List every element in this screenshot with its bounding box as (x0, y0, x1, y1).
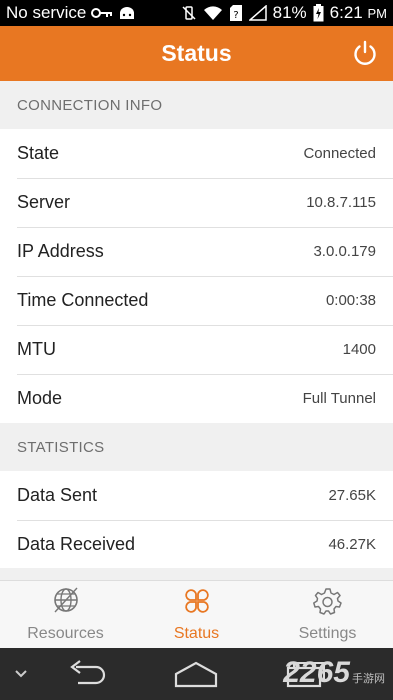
app-bar: Status (0, 26, 393, 81)
system-status-bar: No service ? 81% 6:21 PM (0, 0, 393, 26)
globe-icon (51, 586, 81, 621)
row-time-connected: Time Connected 0:00:38 (0, 276, 393, 325)
row-label: Server (17, 192, 71, 212)
home-icon[interactable] (174, 660, 218, 693)
sim-unknown-icon: ? (229, 4, 243, 22)
system-navigation-bar: 2265 手游网 (0, 648, 393, 700)
row-value: 3.0.0.179 (313, 243, 376, 260)
clock-time: 6:21 (329, 3, 363, 22)
row-mtu: MTU 1400 (0, 325, 393, 374)
row-value: 46.27K (328, 536, 376, 553)
tab-settings[interactable]: Settings (262, 581, 393, 648)
row-label: State (17, 143, 60, 163)
svg-text:?: ? (233, 10, 238, 21)
connection-info-list: State Connected Server 10.8.7.115 IP Add… (0, 129, 393, 423)
tab-label: Resources (27, 625, 104, 642)
row-state: State Connected (0, 129, 393, 178)
battery-charging-icon (313, 4, 324, 22)
bottom-tab-bar: Resources Status Settings (0, 580, 393, 648)
vibrate-off-icon (181, 5, 197, 21)
watermark-main: 2265 (283, 656, 350, 689)
row-value: 0:00:38 (325, 292, 376, 309)
row-label: IP Address (17, 241, 104, 261)
tab-status[interactable]: Status (131, 581, 262, 648)
watermark-sub: 手游网 (352, 673, 385, 685)
statistics-header: STATISTICS (0, 423, 393, 471)
wifi-icon (203, 5, 223, 21)
row-value: 27.65K (328, 487, 376, 504)
gear-icon (312, 586, 343, 621)
clock-ampm: PM (367, 6, 388, 21)
row-label: Data Sent (17, 485, 98, 505)
row-value: Full Tunnel (302, 390, 376, 407)
row-server: Server 10.8.7.115 (0, 178, 393, 227)
row-value: 1400 (342, 341, 376, 358)
tab-label: Settings (298, 625, 357, 642)
connection-info-header: CONNECTION INFO (0, 81, 393, 129)
row-label: MTU (17, 339, 56, 359)
row-value: 10.8.7.115 (306, 194, 376, 211)
row-label: Time Connected (17, 290, 149, 310)
row-data-sent: Data Sent 27.65K (0, 471, 393, 520)
tab-resources[interactable]: Resources (0, 581, 131, 648)
statistics-list: Data Sent 27.65K Data Received 46.27K (0, 471, 393, 569)
chevron-down-icon[interactable] (14, 666, 28, 684)
watermark-logo: 2265 手游网 (283, 656, 385, 690)
row-data-received: Data Received 46.27K (0, 520, 393, 569)
clover-icon (182, 586, 212, 621)
carrier-text: No service (6, 3, 87, 22)
row-label: Mode (17, 388, 63, 408)
list-bottom-spacer (0, 568, 393, 580)
battery-text: 81% (272, 3, 307, 22)
key-icon (91, 7, 113, 19)
row-value: Connected (303, 145, 376, 162)
power-icon[interactable] (351, 39, 379, 67)
tab-label: Status (173, 625, 220, 642)
row-ip-address: IP Address 3.0.0.179 (0, 227, 393, 276)
row-label: Data Received (17, 534, 136, 554)
signal-icon (248, 5, 267, 21)
back-icon[interactable] (66, 660, 106, 691)
page-title: Status (161, 40, 232, 66)
row-mode: Mode Full Tunnel (0, 374, 393, 423)
android-icon (118, 6, 136, 20)
